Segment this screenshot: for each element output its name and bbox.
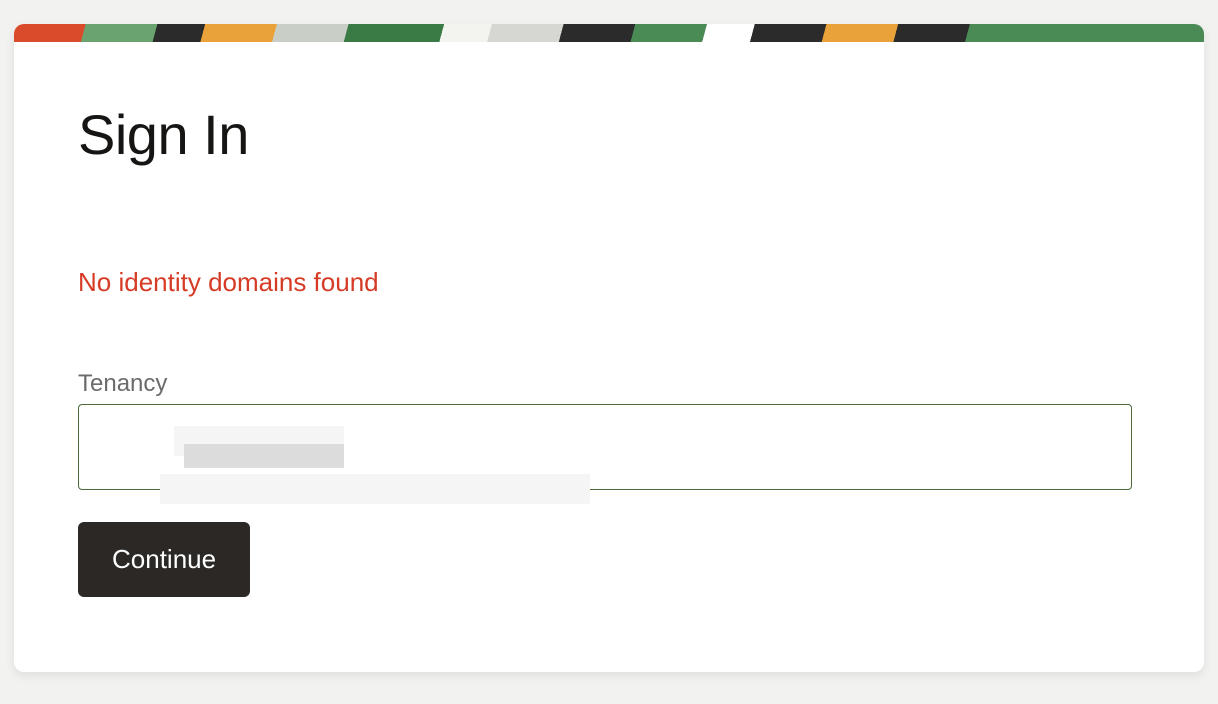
tenancy-input[interactable] xyxy=(78,404,1132,490)
signin-content: Sign In No identity domains found Tenanc… xyxy=(14,42,1204,637)
tenancy-label: Tenancy xyxy=(78,370,1140,398)
page-title: Sign In xyxy=(78,102,1140,167)
signin-card: Sign In No identity domains found Tenanc… xyxy=(14,24,1204,672)
error-message: No identity domains found xyxy=(78,267,1140,298)
banner-stripe xyxy=(14,24,1204,42)
continue-button[interactable]: Continue xyxy=(78,522,250,597)
